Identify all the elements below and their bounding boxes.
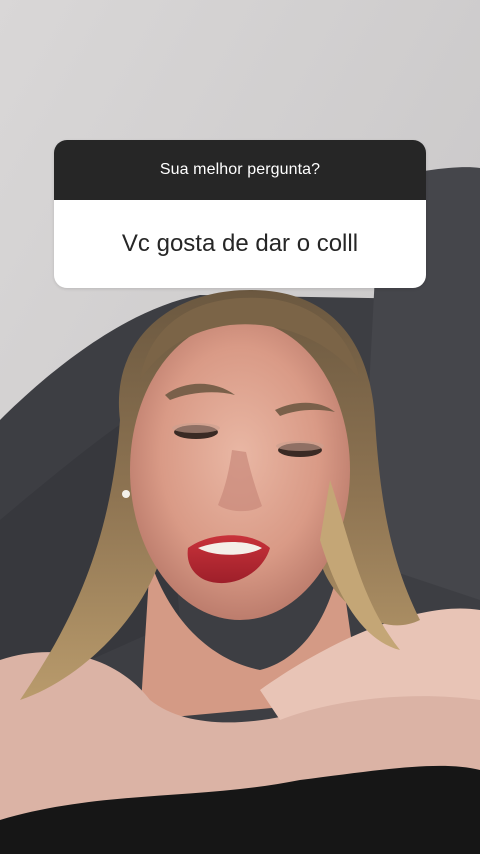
question-sticker-prompt: Sua melhor pergunta? xyxy=(159,161,321,178)
question-sticker-header: Sua melhor pergunta? xyxy=(54,140,426,200)
question-sticker-answer: Vc gosta de dar o colll xyxy=(121,230,359,257)
question-sticker-body: Vc gosta de dar o colll xyxy=(54,200,426,288)
story-photo-background xyxy=(0,0,480,854)
question-sticker[interactable]: Sua melhor pergunta? Vc gosta de dar o c… xyxy=(54,140,426,288)
